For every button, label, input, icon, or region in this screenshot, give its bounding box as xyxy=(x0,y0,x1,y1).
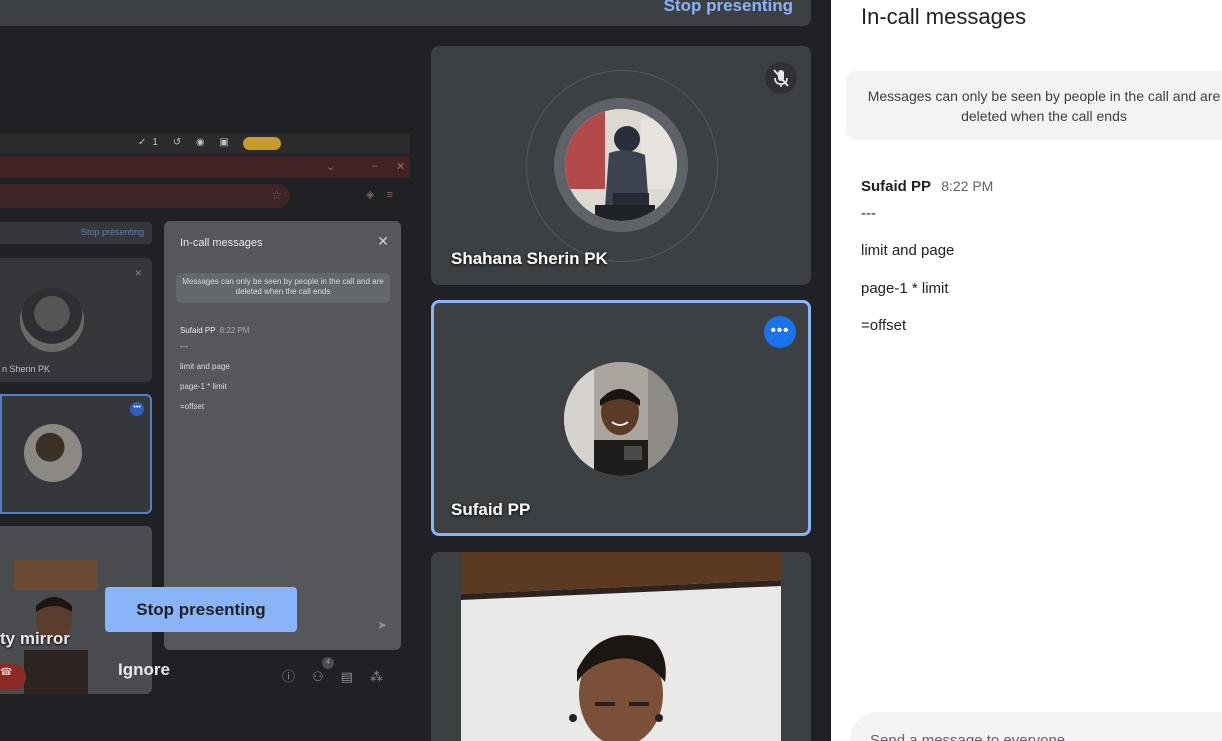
mirror-chat-sender: Sufaid PP 8:22 PM xyxy=(180,326,250,335)
stop-presenting-button[interactable]: Stop presenting xyxy=(105,587,297,632)
mirror-tile-2: ••• xyxy=(0,394,152,514)
avatar-photo xyxy=(564,362,678,476)
mirror-star-icon: ☆ xyxy=(271,188,282,202)
message-text: =offset xyxy=(861,317,907,334)
mirror-phone-icon: ☎ xyxy=(0,667,13,678)
mic-off-icon xyxy=(765,62,797,94)
more-options-icon[interactable]: ••• xyxy=(764,316,796,348)
mirror-chat-line: =offset xyxy=(180,402,205,411)
mirror-participant-badge: 4 xyxy=(322,657,334,669)
mirror-chat-line: page-1 * limit xyxy=(180,382,227,391)
participant-tile-sufaid[interactable]: ••• Sufaid PP xyxy=(431,300,811,536)
mirror-stop-bar: Stop presenting xyxy=(0,222,152,244)
mirror-chat-note: Messages can only be seen by people in t… xyxy=(176,273,390,303)
mirror-chat-line: --- xyxy=(180,342,188,351)
mirror-tile-1: ✕ n Sherin PK xyxy=(0,258,152,382)
chat-privacy-notice: Messages can only be seen by people in t… xyxy=(846,71,1222,140)
participant-video xyxy=(461,552,781,741)
message-text: page-1 * limit xyxy=(861,280,949,297)
avatar xyxy=(565,109,677,221)
mirror-toolbar-icons: ◈≡ xyxy=(366,189,405,201)
mirror-mic-off-icon: ✕ xyxy=(134,268,142,278)
message-text: limit and page xyxy=(861,242,955,259)
presenter-name-label: ty mirror xyxy=(0,629,70,648)
mirror-status-bar: ✓1 ↺ ◉ ▣ xyxy=(0,134,410,154)
chat-panel-title: In-call messages xyxy=(861,4,1027,29)
mirror-stop-label: Stop presenting xyxy=(80,227,144,237)
mirror-chat-panel: In-call messages ✕ Messages can only be … xyxy=(164,221,401,650)
mirror-window-titlebar: ⌄ – ✕ xyxy=(0,156,410,178)
mirror-chat-title: In-call messages xyxy=(180,237,263,249)
presentation-area: Stop presenting ✓1 ↺ ◉ ▣ ⌄ – ✕ ☆ ◈≡ Stop… xyxy=(0,0,831,741)
mirror-tile-name: n Sherin PK xyxy=(2,364,51,374)
video-frame xyxy=(461,552,781,741)
mirror-bottom-icons: ⓘ⚇▤⁂ xyxy=(282,669,400,684)
message-text: --- xyxy=(861,205,876,222)
mirror-close-icon: ✕ xyxy=(396,161,406,173)
participant-tile-video[interactable] xyxy=(431,552,811,741)
in-call-messages-panel: In-call messages Messages can only be se… xyxy=(831,0,1222,741)
message-header: Sufaid PP 8:22 PM xyxy=(861,178,993,195)
participant-tile-shahana[interactable]: Shahana Sherin PK xyxy=(431,46,811,285)
participant-name: Shahana Sherin PK xyxy=(451,249,608,268)
top-stop-presenting-button[interactable]: Stop presenting xyxy=(664,0,793,16)
ignore-button[interactable]: Ignore xyxy=(118,660,170,680)
avatar xyxy=(564,362,678,476)
mirror-minimize-icon: – xyxy=(372,160,379,172)
mirror-chat-line: limit and page xyxy=(180,362,230,371)
mirror-person-video xyxy=(14,560,98,694)
message-sender: Sufaid PP xyxy=(861,178,932,195)
mirror-avatar-2 xyxy=(24,424,82,482)
avatar-photo xyxy=(565,109,677,221)
chat-message-input[interactable] xyxy=(850,712,1222,741)
mirror-recording-pill xyxy=(243,137,281,150)
message-time: 8:22 PM xyxy=(941,178,994,194)
presenting-bar: Stop presenting xyxy=(0,0,811,26)
mirror-close-icon-2: ✕ xyxy=(377,233,389,249)
mirror-avatar-1 xyxy=(20,288,84,352)
mirror-url-bar: ☆ xyxy=(0,184,290,208)
mirror-chevron-icon: ⌄ xyxy=(326,161,336,173)
participant-name: Sufaid PP xyxy=(451,500,531,519)
mirror-send-icon: ➤ xyxy=(376,618,387,632)
mirror-status-icons: ✓1 ↺ ◉ ▣ xyxy=(138,137,235,148)
mirror-more-icon: ••• xyxy=(130,402,144,416)
